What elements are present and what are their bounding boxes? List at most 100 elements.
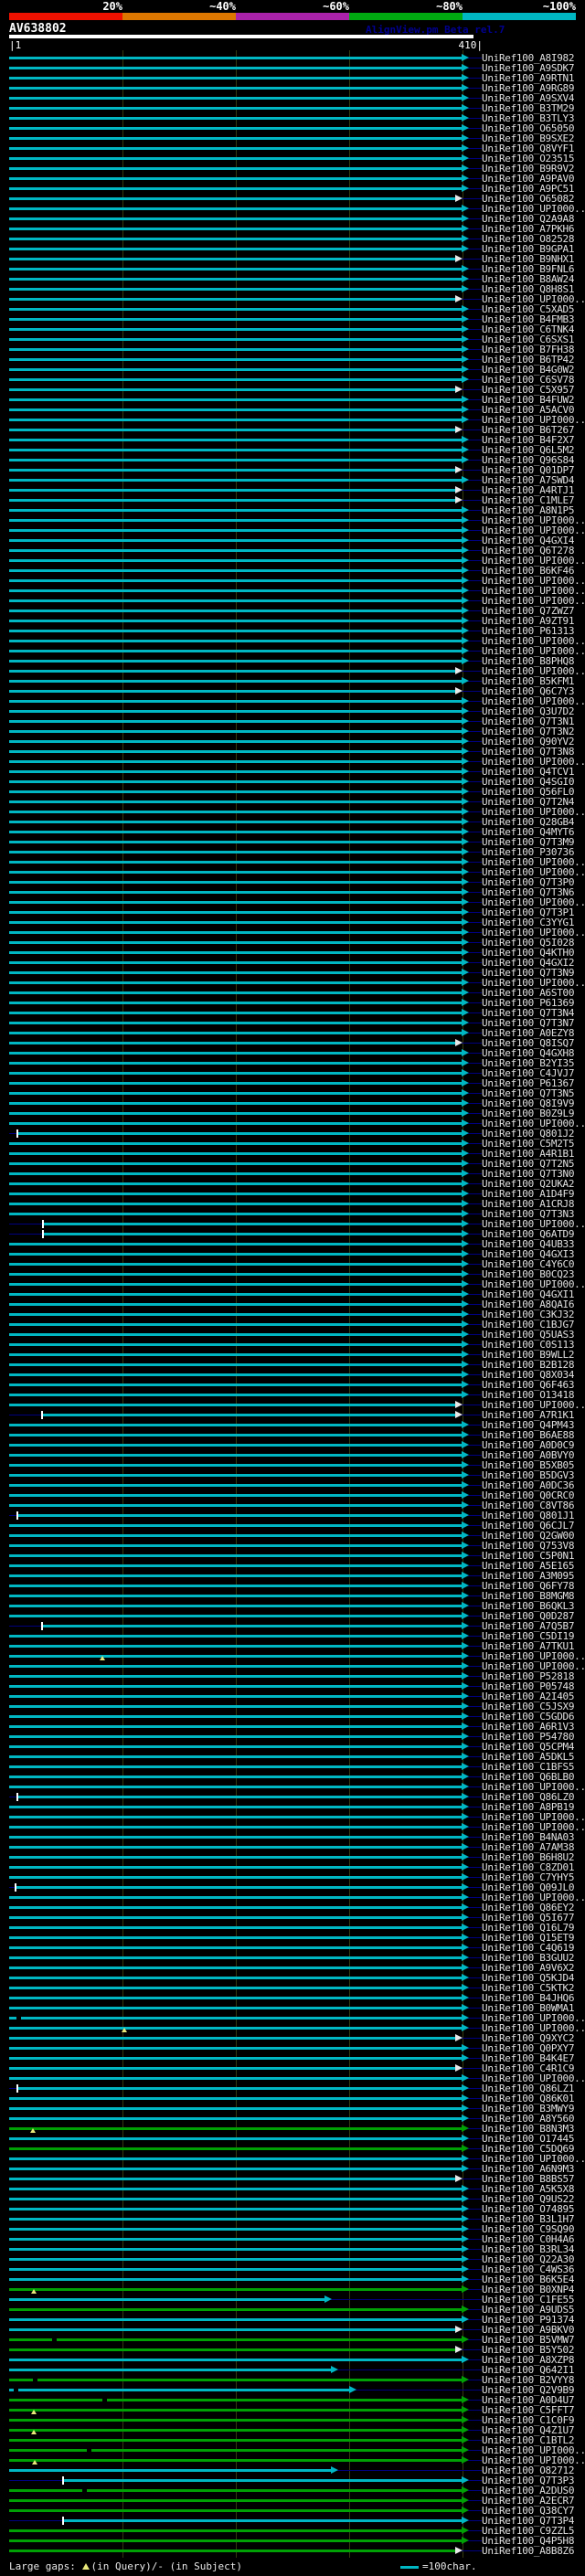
hit-bar[interactable] [9, 2238, 462, 2241]
hit-bar[interactable] [9, 750, 462, 753]
hit-bar[interactable] [9, 630, 462, 632]
hit-bar[interactable] [9, 1755, 462, 1758]
hit-bar[interactable] [9, 1936, 462, 1939]
hit-bar[interactable] [9, 1997, 462, 1999]
hit-bar[interactable] [9, 97, 462, 100]
hit-bar[interactable] [9, 1353, 462, 1356]
hit-bar[interactable] [9, 1916, 462, 1919]
hit-bar[interactable] [9, 1313, 462, 1316]
hit-bar[interactable] [9, 2137, 462, 2140]
hit-bar[interactable] [9, 800, 462, 803]
hit-bar[interactable] [9, 2278, 462, 2281]
hit-bar[interactable] [9, 1052, 462, 1055]
hit-bar[interactable] [9, 841, 462, 843]
hit-bar[interactable] [9, 710, 462, 713]
hit-bar[interactable] [9, 951, 462, 954]
hit-bar[interactable] [9, 187, 462, 190]
hit-bar[interactable] [9, 2198, 462, 2200]
hit-bar[interactable] [9, 1635, 462, 1638]
hit-bar[interactable] [9, 730, 462, 733]
hit-bar[interactable] [44, 1233, 462, 1235]
hit-bar[interactable] [43, 1414, 455, 1416]
hit-bar[interactable] [9, 1293, 462, 1296]
hit-bar[interactable] [9, 308, 462, 311]
hit-bar[interactable] [9, 1112, 462, 1115]
hit-bar[interactable] [9, 2439, 462, 2442]
hit-bar[interactable] [9, 2499, 462, 2502]
hit-bar[interactable] [9, 1424, 462, 1426]
hit-bar[interactable] [9, 2318, 462, 2321]
hit-bar[interactable] [9, 640, 462, 642]
hit-bar[interactable] [9, 2208, 462, 2210]
hit-bar[interactable] [9, 228, 462, 230]
hit-bar[interactable] [9, 2037, 455, 2040]
hit-bar[interactable] [9, 197, 455, 200]
hit-bar[interactable] [9, 1705, 462, 1708]
hit-bar[interactable] [9, 740, 462, 743]
hit-bar[interactable] [9, 2077, 462, 2080]
hit-bar[interactable] [9, 1012, 462, 1014]
hit-bar[interactable] [9, 1363, 462, 1366]
hit-bar[interactable] [9, 2298, 324, 2301]
hit-bar[interactable] [9, 1665, 462, 1668]
hit-bar[interactable] [9, 1776, 462, 1778]
hit-bar[interactable] [9, 449, 462, 451]
hit-bar[interactable] [9, 388, 455, 391]
hit-bar[interactable] [9, 1926, 462, 1929]
hit-bar[interactable] [9, 1092, 462, 1095]
hit-bar[interactable] [9, 1977, 462, 1979]
hit-bar[interactable] [9, 147, 462, 150]
hit-bar[interactable] [9, 2308, 462, 2311]
hit-bar[interactable] [9, 1564, 462, 1567]
hit-bar[interactable] [9, 2027, 462, 2030]
hit-bar[interactable] [64, 2479, 462, 2482]
hit-bar[interactable] [9, 408, 462, 411]
hit-bar[interactable] [9, 217, 462, 220]
hit-bar[interactable] [9, 1745, 462, 1748]
hit-bar[interactable] [9, 2348, 455, 2351]
hit-bar[interactable] [9, 1906, 462, 1909]
hit-bar[interactable] [9, 2549, 455, 2552]
hit-bar[interactable] [9, 1655, 462, 1658]
hit-bar[interactable] [9, 1203, 462, 1205]
hit-bar[interactable] [9, 1836, 462, 1839]
hit-bar[interactable] [9, 1574, 462, 1577]
hit-bar[interactable] [9, 1876, 462, 1879]
hit-bar[interactable] [9, 298, 455, 301]
hit-bar[interactable] [9, 861, 462, 864]
hit-bar[interactable] [9, 248, 462, 250]
hit-bar[interactable] [9, 1846, 462, 1849]
hit-bar[interactable] [9, 1695, 462, 1698]
hit-bar[interactable] [9, 1464, 462, 1467]
hit-bar[interactable] [9, 57, 462, 59]
hit-bar[interactable] [9, 2127, 462, 2130]
hit-bar[interactable] [9, 1987, 462, 1989]
hit-bar[interactable] [9, 670, 455, 673]
hit-bar[interactable] [9, 1394, 462, 1396]
hit-bar[interactable] [9, 1193, 462, 1195]
hit-bar[interactable] [9, 620, 462, 622]
hit-bar[interactable] [9, 2539, 462, 2542]
hit-bar[interactable] [9, 539, 462, 542]
hit-bar[interactable] [9, 1494, 462, 1497]
hit-bar[interactable] [9, 2489, 462, 2492]
hit-bar[interactable] [9, 1323, 462, 1326]
hit-bar[interactable] [18, 1514, 462, 1517]
hit-bar[interactable] [9, 2097, 462, 2100]
hit-bar[interactable] [9, 1283, 462, 1286]
hit-bar[interactable] [9, 1524, 462, 1527]
hit-bar[interactable] [9, 459, 462, 461]
hit-bar[interactable] [9, 1806, 462, 1808]
hit-bar[interactable] [9, 2469, 331, 2472]
hit-bar[interactable] [9, 2288, 462, 2291]
hit-bar[interactable] [9, 881, 462, 884]
hit-bar[interactable] [9, 1152, 462, 1155]
hit-bar[interactable] [9, 981, 462, 984]
hit-bar[interactable] [9, 107, 462, 110]
hit-bar[interactable] [9, 2399, 462, 2401]
hit-bar[interactable] [9, 368, 462, 371]
hit-bar[interactable] [9, 2107, 462, 2110]
hit-bar[interactable] [9, 1504, 462, 1507]
hit-bar[interactable] [9, 690, 455, 693]
hit-bar[interactable] [9, 1856, 462, 1859]
